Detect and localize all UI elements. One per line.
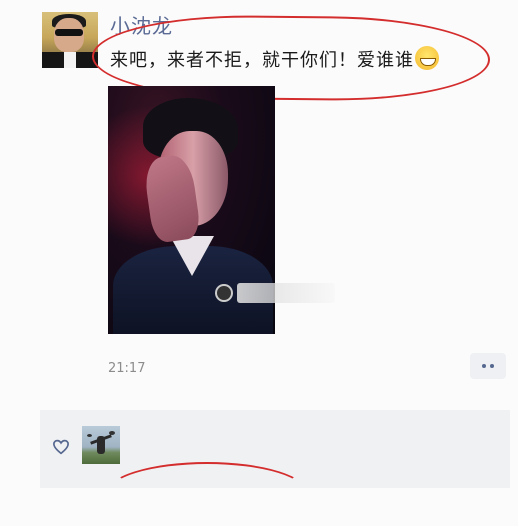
- moments-post: 小沈龙 来吧，来者不拒，就干你们！爱谁谁 21:17: [0, 0, 518, 488]
- avatar-bird: [87, 434, 92, 437]
- post-text-content: 来吧，来者不拒，就干你们！爱谁谁: [110, 50, 414, 71]
- heart-outline-icon: [53, 439, 69, 455]
- post-timestamp: 21:17: [108, 361, 146, 376]
- weibo-watermark: [215, 282, 335, 304]
- avatar-shirt: [64, 52, 76, 68]
- post-text: 来吧，来者不拒，就干你们！爱谁谁: [110, 46, 439, 72]
- likes-panel: [40, 410, 510, 488]
- watermark-blurred-text: [236, 283, 335, 303]
- poster-avatar[interactable]: [42, 12, 98, 68]
- more-options-button[interactable]: [470, 353, 506, 379]
- poster-username[interactable]: 小沈龙: [110, 10, 173, 39]
- avatar-sunglasses: [55, 29, 83, 36]
- more-dots-icon: [490, 364, 494, 368]
- liker-avatar[interactable]: [82, 426, 120, 464]
- weibo-logo-icon: [215, 284, 233, 302]
- grinning-face-emoji-icon: [415, 46, 439, 70]
- more-dots-icon: [482, 364, 486, 368]
- avatar-figure: [97, 436, 105, 454]
